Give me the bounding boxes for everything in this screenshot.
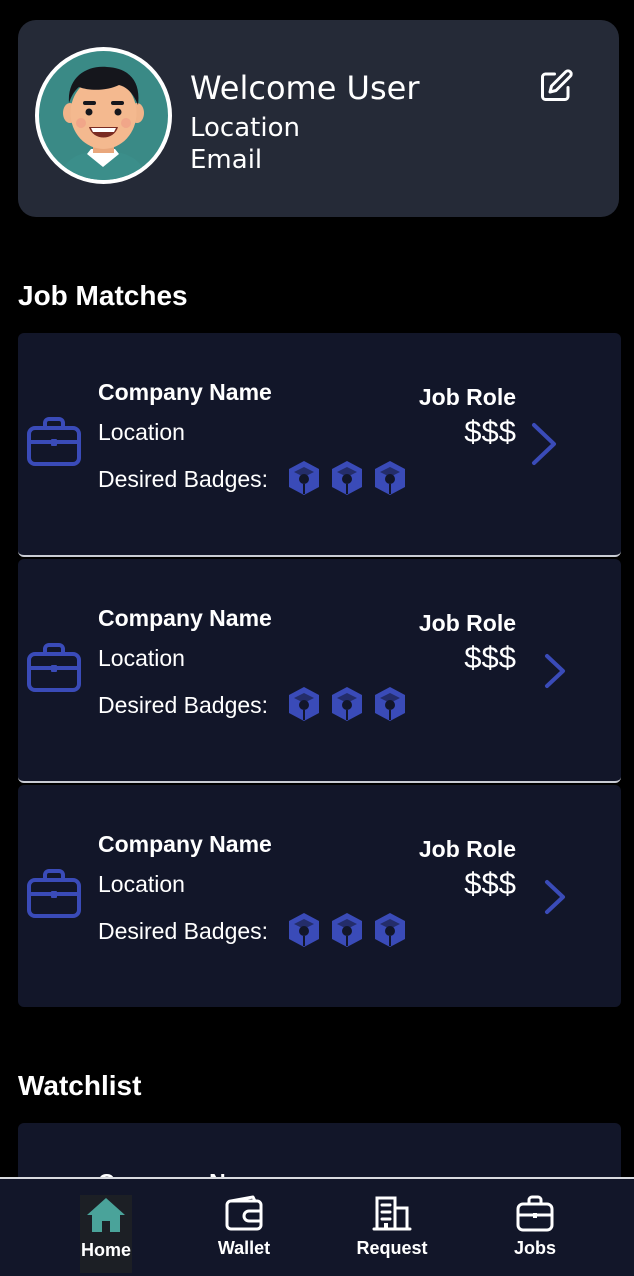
user-avatar-illustration: [39, 51, 168, 180]
job-card[interactable]: Company Name Location Desired Badges: Jo…: [18, 333, 621, 557]
job-card[interactable]: Company Name Location Desired Badges: Jo…: [18, 785, 621, 1007]
company-name: Company Name: [98, 831, 272, 857]
badge-icon: [289, 461, 319, 495]
avatar: [35, 47, 172, 184]
job-pay: $$$: [464, 414, 516, 449]
job-role: Job Role: [418, 384, 516, 410]
job-location: Location: [98, 645, 185, 671]
company-name: Company Name: [98, 379, 272, 405]
chevron-right-icon[interactable]: [538, 651, 572, 691]
job-role: Job Role: [418, 610, 516, 636]
badge-icon: [375, 461, 405, 495]
welcome-text: Welcome User: [190, 69, 420, 107]
chevron-right-icon[interactable]: [538, 877, 572, 917]
nav-label: Home: [80, 1240, 131, 1260]
briefcase-icon: [27, 643, 81, 692]
badge-icon: [289, 913, 319, 947]
desired-badges-label: Desired Badges:: [98, 692, 269, 718]
nav-home[interactable]: Home: [80, 1195, 132, 1273]
briefcase-icon: [516, 1195, 554, 1232]
badge-icon: [332, 461, 362, 495]
job-role: Job Role: [418, 836, 516, 862]
badge-icon: [332, 687, 362, 721]
wallet-icon: [225, 1195, 263, 1231]
job-matches-title: Job Matches: [18, 280, 188, 311]
watchlist-title: Watchlist: [18, 1070, 142, 1101]
desired-badges-label: Desired Badges:: [98, 466, 269, 492]
badge-icon: [375, 687, 405, 721]
nav-label: Jobs: [513, 1238, 556, 1258]
home-icon: [87, 1198, 125, 1232]
desired-badges-label: Desired Badges:: [98, 918, 269, 944]
badge-list: [287, 686, 407, 722]
badge-icon: [289, 687, 319, 721]
badge-list: [287, 460, 407, 496]
job-pay: $$$: [464, 640, 516, 675]
nav-wallet[interactable]: Wallet: [194, 1193, 294, 1273]
building-icon: [372, 1196, 412, 1231]
profile-location: Location: [190, 113, 300, 143]
nav-label: Request: [356, 1238, 428, 1258]
badge-icon: [375, 913, 405, 947]
badge-list: [287, 912, 407, 948]
company-name: Company Name: [98, 605, 272, 631]
profile-email: Email: [190, 145, 263, 175]
job-pay: $$$: [464, 866, 516, 901]
profile-card: Welcome User Location Email: [18, 20, 619, 217]
chevron-right-icon[interactable]: [526, 419, 560, 469]
nav-jobs[interactable]: Jobs: [485, 1193, 585, 1273]
nav-label: Wallet: [217, 1238, 271, 1258]
job-location: Location: [98, 871, 185, 897]
bottom-navigation: Home Wallet Request Jobs: [0, 1177, 634, 1276]
edit-icon: [541, 69, 573, 101]
job-card[interactable]: Company Name Location Desired Badges: Jo…: [18, 559, 621, 783]
briefcase-icon: [27, 869, 81, 918]
job-location: Location: [98, 419, 185, 445]
badge-icon: [332, 913, 362, 947]
home-screen: Welcome User Location Email Job Matches …: [0, 0, 634, 1276]
edit-profile-button[interactable]: [534, 64, 578, 108]
nav-request[interactable]: Request: [342, 1193, 442, 1273]
briefcase-icon: [27, 417, 81, 466]
